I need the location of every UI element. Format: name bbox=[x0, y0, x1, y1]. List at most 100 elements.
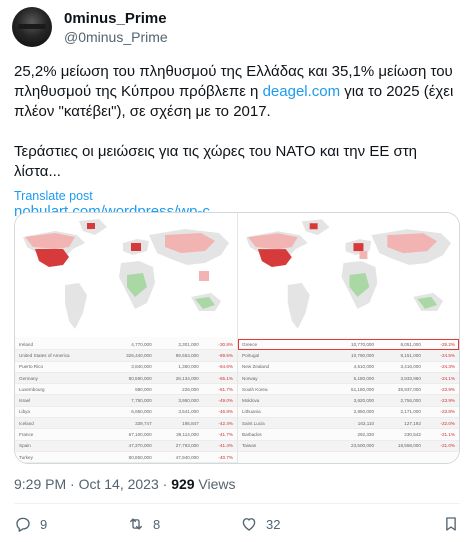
table-row: Puerto Rico 3,840,000 1,360,000 -64.6% bbox=[15, 362, 237, 373]
table-cell-change: -21.1% bbox=[440, 432, 455, 438]
table-row: Turkey 80,850,000 47,940,000 -40.7% bbox=[15, 452, 237, 463]
media-image-left[interactable]: Ireland 4,770,000 3,301,000 -30.8% United St… bbox=[15, 213, 237, 463]
post-time[interactable]: 9:29 PM · Oct 14, 2023 · bbox=[14, 476, 171, 492]
table-cell-pop2017: 326,440,000 bbox=[126, 352, 152, 358]
table-cell-change: -22.0% bbox=[440, 420, 455, 426]
table-row: Moldova 3,620,000 2,756,000 -23.9% bbox=[238, 395, 459, 407]
table-row: Saint Lucia 163,110 127,192 -22.0% bbox=[238, 418, 459, 430]
table-row: Luxembourg 590,000 226,000 -61.7% bbox=[15, 384, 237, 396]
table-cell-change: -40.7% bbox=[218, 454, 233, 460]
table-cell-change: -24.1% bbox=[440, 375, 455, 381]
table-cell-country: South Korea bbox=[242, 386, 268, 392]
table-cell-pop2017: 5,180,000 bbox=[353, 375, 375, 381]
table-row: Lithuania 2,850,000 2,171,000 -23.8% bbox=[238, 407, 459, 419]
views-count: 929 bbox=[171, 476, 195, 492]
table-cell-pop2025: 99,553,000 bbox=[175, 352, 199, 358]
table-cell-pop2017: 590,000 bbox=[135, 386, 152, 392]
table-cell-change: -69.5% bbox=[218, 352, 233, 358]
table-cell-pop2017: 23,500,000 bbox=[351, 443, 375, 449]
table-cell-country: Israel bbox=[19, 398, 31, 404]
views-label: Views bbox=[194, 476, 236, 492]
media-image-right[interactable]: Greece 10,770,000 8,051,000 -25.2% Portugal 1… bbox=[237, 213, 459, 463]
bookmark-button[interactable] bbox=[442, 515, 460, 533]
table-cell-pop2025: 3,933,960 bbox=[400, 375, 421, 381]
table-cell-pop2017: 80,590,000 bbox=[128, 375, 152, 381]
world-map-right bbox=[238, 213, 459, 337]
table-cell-pop2017: 67,100,000 bbox=[128, 432, 152, 438]
table-row: Iceland 339,747 195,847 -42.4% bbox=[15, 418, 237, 430]
repost-icon bbox=[130, 518, 142, 530]
table-cell-change: -25.2% bbox=[440, 341, 455, 347]
table-cell-pop2017: 10,770,000 bbox=[351, 341, 375, 347]
table-cell-country: Luxembourg bbox=[19, 386, 45, 392]
table-cell-change: -41.4% bbox=[218, 443, 233, 449]
table-cell-change: -65.1% bbox=[218, 375, 233, 381]
usa-region bbox=[35, 249, 69, 267]
table-cell-country: France bbox=[19, 432, 34, 438]
table-cell-pop2025: 8,051,000 bbox=[400, 341, 421, 347]
table-cell-change: -46.8% bbox=[218, 409, 233, 415]
table-cell-pop2025: 3,301,000 bbox=[178, 341, 199, 347]
tweet-timestamp: 9:29 PM · Oct 14, 2023 · 929 Views bbox=[14, 476, 236, 492]
table-cell-country: Barbados bbox=[242, 432, 262, 438]
table-cell-pop2017: 80,850,000 bbox=[128, 454, 152, 460]
author-display-name[interactable]: 0minus_Prime bbox=[64, 9, 168, 28]
repost-count: 8 bbox=[153, 516, 161, 532]
table-cell-change: -21.0% bbox=[440, 443, 455, 449]
table-cell-country: Greece bbox=[242, 341, 258, 347]
data-table-right: Greece 10,770,000 8,051,000 -25.2% Portugal 1… bbox=[238, 339, 459, 452]
tweet-paragraph-2: Τεράστιες οι μειώσεις για τις χώρες του … bbox=[14, 143, 418, 180]
table-cell-pop2025: 127,192 bbox=[404, 420, 421, 426]
table-cell-pop2017: 47,370,000 bbox=[128, 443, 152, 449]
table-row: South Korea 51,180,000 38,937,000 -23.9% bbox=[238, 384, 459, 396]
media-attachment[interactable]: Ireland 4,770,000 3,301,000 -30.8% United St… bbox=[14, 212, 460, 464]
table-cell-change: -23.8% bbox=[440, 409, 455, 415]
table-cell-country: Spain bbox=[19, 443, 31, 449]
table-row: France 67,100,000 39,114,000 -41.7% bbox=[15, 429, 237, 441]
heart-icon bbox=[242, 518, 256, 531]
table-cell-country: Saint Lucia bbox=[242, 420, 265, 426]
table-cell-pop2017: 4,770,000 bbox=[131, 341, 152, 347]
deagel-link[interactable]: deagel.com bbox=[263, 83, 341, 100]
table-cell-country: Libya bbox=[19, 409, 30, 415]
table-row: Portugal 10,790,000 8,151,000 -24.5% bbox=[238, 350, 459, 362]
reply-icon bbox=[16, 517, 30, 532]
avatar[interactable] bbox=[12, 7, 52, 47]
table-cell-pop2017: 3,840,000 bbox=[131, 364, 152, 370]
like-button[interactable]: 32 bbox=[240, 515, 353, 533]
tweet-header: 0minus_Prime @0minus_Prime bbox=[12, 7, 168, 47]
table-cell-pop2017: 51,180,000 bbox=[351, 386, 375, 392]
author-handle[interactable]: @0minus_Prime bbox=[64, 28, 168, 46]
table-cell-pop2017: 339,747 bbox=[135, 420, 152, 426]
data-table-left: Ireland 4,770,000 3,301,000 -30.8% United St… bbox=[15, 339, 237, 463]
table-cell-pop2017: 2,850,000 bbox=[353, 409, 375, 415]
table-cell-country: United States of America bbox=[19, 352, 70, 358]
table-row: Greece 10,770,000 8,051,000 -25.2% bbox=[238, 339, 459, 351]
table-cell-change: -41.7% bbox=[218, 432, 233, 438]
table-cell-pop2025: 2,171,000 bbox=[400, 409, 421, 415]
table-row: Norway 5,180,000 3,933,960 -24.1% bbox=[238, 372, 459, 385]
table-cell-pop2017: 4,510,000 bbox=[353, 364, 375, 370]
table-cell-change: -42.4% bbox=[218, 420, 233, 426]
repost-button[interactable]: 8 bbox=[127, 515, 240, 533]
table-cell-pop2025: 3,416,000 bbox=[400, 364, 421, 370]
table-cell-pop2025: 39,114,000 bbox=[176, 432, 199, 438]
table-row: United States of America 326,440,000 99,55… bbox=[15, 350, 237, 362]
table-cell-pop2025: 8,151,000 bbox=[400, 352, 421, 358]
world-map-left bbox=[15, 213, 237, 337]
table-cell-country: Moldova bbox=[242, 398, 260, 404]
table-cell-change: -61.7% bbox=[218, 386, 233, 392]
table-cell-pop2025: 38,937,000 bbox=[397, 386, 421, 392]
divider bbox=[14, 503, 460, 504]
reply-count: 9 bbox=[40, 516, 48, 532]
table-cell-pop2017: 7,750,000 bbox=[131, 398, 152, 404]
table-cell-country: Turkey bbox=[19, 454, 33, 460]
table-cell-country: Germany bbox=[19, 375, 38, 381]
table-cell-country: Taiwan bbox=[242, 443, 257, 449]
table-cell-pop2025: 18,558,000 bbox=[397, 443, 421, 449]
reply-button[interactable]: 9 bbox=[14, 515, 127, 533]
translate-post-link[interactable]: Translate post bbox=[14, 189, 93, 203]
table-cell-country: Portugal bbox=[242, 352, 260, 358]
table-cell-pop2025: 230,542 bbox=[404, 432, 421, 438]
table-cell-country: Norway bbox=[242, 375, 258, 381]
